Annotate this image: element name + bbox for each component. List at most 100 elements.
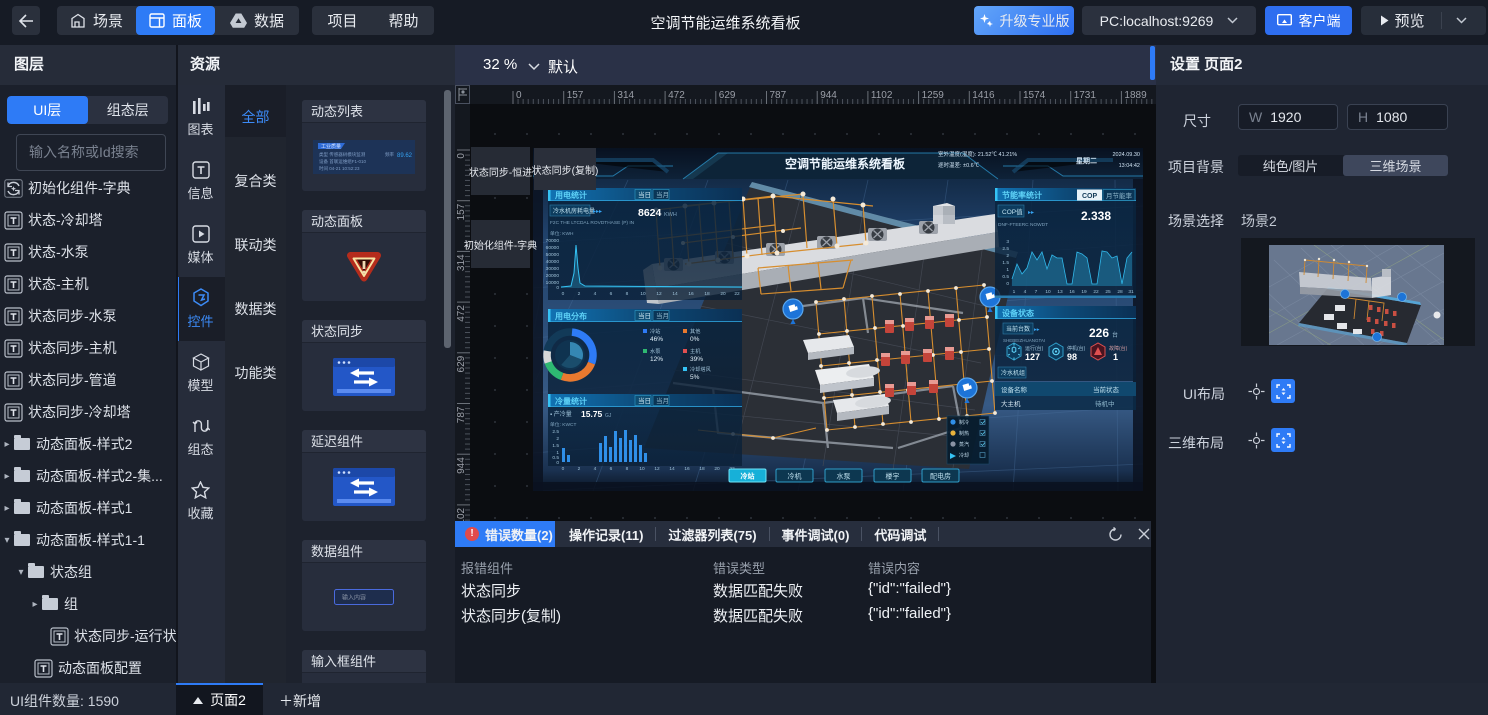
svg-text:月节能率: 月节能率 <box>1106 191 1133 200</box>
svg-text:用电分布: 用电分布 <box>554 311 587 321</box>
svg-text:1.5: 1.5 <box>1002 260 1009 266</box>
svg-text:单位: KWCT: 单位: KWCT <box>550 421 576 428</box>
svg-text:5%: 5% <box>690 374 700 381</box>
svg-text:13:04:42: 13:04:42 <box>1119 163 1140 169</box>
svg-text:当前状态: 当前状态 <box>1093 385 1120 394</box>
svg-text:台: 台 <box>1112 331 1118 339</box>
svg-text:1889: 1889 <box>1124 90 1147 101</box>
svg-text:设备名称: 设备名称 <box>1001 385 1028 394</box>
svg-text:类型 传感器树模块监测: 类型 传感器树模块监测 <box>319 151 366 158</box>
svg-text:226: 226 <box>1089 326 1109 340</box>
svg-text:50000: 50000 <box>546 252 560 258</box>
svg-text:设备 首联运维组F1-010: 设备 首联运维组F1-010 <box>319 158 367 165</box>
svg-text:40000: 40000 <box>546 259 560 265</box>
svg-text:楼宇: 楼宇 <box>886 472 900 481</box>
svg-text:4: 4 <box>594 291 597 297</box>
svg-text:▸▸▸: ▸▸▸ <box>593 209 602 215</box>
svg-text:当月: 当月 <box>656 190 669 199</box>
svg-text:待机中: 待机中 <box>1095 399 1115 408</box>
svg-text:12%: 12% <box>650 356 663 363</box>
svg-text:1102: 1102 <box>871 90 893 101</box>
svg-text:SHEBEIZHUANGTAI: SHEBEIZHUANGTAI <box>1003 338 1045 343</box>
svg-text:8624: 8624 <box>638 207 662 219</box>
svg-text:频率: 频率 <box>385 151 394 158</box>
svg-text:冷却塔风: 冷却塔风 <box>690 365 712 373</box>
svg-text:0: 0 <box>556 460 559 466</box>
svg-text:19: 19 <box>1081 289 1087 295</box>
svg-text:当日: 当日 <box>638 190 651 199</box>
svg-text:0%: 0% <box>690 336 700 343</box>
svg-text:用电统计: 用电统计 <box>554 190 587 200</box>
svg-text:配电房: 配电房 <box>930 472 951 481</box>
svg-text:当月: 当月 <box>656 311 669 320</box>
svg-text:KWH: KWH <box>664 212 677 218</box>
svg-text:10: 10 <box>1045 289 1051 295</box>
svg-text:3: 3 <box>1006 239 1009 245</box>
svg-text:127: 127 <box>1025 352 1040 362</box>
svg-text:16: 16 <box>684 466 690 472</box>
svg-text:20: 20 <box>720 291 726 297</box>
svg-text:DNF-FTEERC NOWDT: DNF-FTEERC NOWDT <box>998 222 1048 228</box>
svg-text:25: 25 <box>1105 289 1111 295</box>
svg-text:2: 2 <box>1006 253 1009 259</box>
svg-text:节能率统计: 节能率统计 <box>1002 190 1042 200</box>
svg-text:0: 0 <box>516 90 522 101</box>
svg-text:水泵: 水泵 <box>837 472 851 481</box>
svg-text:冷却: 冷却 <box>959 452 969 459</box>
svg-text:1574: 1574 <box>1023 90 1046 101</box>
svg-text:室外温度(湿度): 21.52℃ 41.21%: 室外温度(湿度): 21.52℃ 41.21% <box>938 150 1017 158</box>
svg-text:1416: 1416 <box>972 90 995 101</box>
svg-text:60000: 60000 <box>546 245 560 251</box>
svg-text:故障(台): 故障(台) <box>1109 345 1128 352</box>
svg-text:当日: 当日 <box>638 396 651 405</box>
svg-text:COP: COP <box>1082 193 1098 200</box>
svg-text:10: 10 <box>639 466 645 472</box>
svg-text:运行(台): 运行(台) <box>1025 345 1044 352</box>
svg-text:1259: 1259 <box>922 90 945 101</box>
svg-text:22: 22 <box>734 291 740 297</box>
svg-text:0: 0 <box>1006 281 1009 287</box>
svg-text:▸▸: ▸▸ <box>1028 210 1034 216</box>
svg-text:F2C THE LTCDAL ROVDTHASE (P) I: F2C THE LTCDAL ROVDTHASE (P) IN <box>550 220 635 226</box>
svg-text:7: 7 <box>1035 289 1038 295</box>
svg-text:0.5: 0.5 <box>1002 274 1009 280</box>
svg-text:冷水机房耗电量: 冷水机房耗电量 <box>553 207 595 215</box>
svg-text:2: 2 <box>578 291 581 297</box>
svg-text:COP值: COP值 <box>1002 207 1023 216</box>
svg-text:6: 6 <box>610 291 613 297</box>
svg-text:30000: 30000 <box>546 266 560 272</box>
svg-text:2.338: 2.338 <box>1081 209 1111 223</box>
svg-text:工业质量: 工业质量 <box>321 143 341 150</box>
svg-text:▸▸: ▸▸ <box>1034 327 1040 333</box>
svg-text:水泵: 水泵 <box>650 347 660 355</box>
svg-text:14: 14 <box>672 291 678 297</box>
svg-text:2: 2 <box>578 466 581 472</box>
svg-text:10: 10 <box>640 291 646 297</box>
svg-text:46%: 46% <box>650 336 663 343</box>
svg-text:GJ: GJ <box>605 413 612 419</box>
svg-text:15.75: 15.75 <box>581 409 603 419</box>
svg-text:13: 13 <box>1057 289 1063 295</box>
svg-text:时间 04-21 10:52:23: 时间 04-21 10:52:23 <box>319 165 360 172</box>
svg-text:22: 22 <box>1093 289 1099 295</box>
svg-text:0: 0 <box>562 291 565 297</box>
svg-text:12: 12 <box>656 291 662 297</box>
svg-text:0: 0 <box>556 285 559 291</box>
svg-text:18: 18 <box>704 291 710 297</box>
svg-text:8: 8 <box>626 291 629 297</box>
svg-text:18: 18 <box>699 466 705 472</box>
svg-text:冷量统计: 冷量统计 <box>555 396 587 406</box>
svg-text:31: 31 <box>1128 289 1134 295</box>
svg-text:4: 4 <box>594 466 597 472</box>
svg-text:20000: 20000 <box>546 273 560 279</box>
svg-text:1: 1 <box>1006 267 1009 273</box>
svg-text:设备状态: 设备状态 <box>1002 308 1034 318</box>
svg-text:2.5: 2.5 <box>1002 246 1009 252</box>
svg-text:大主机: 大主机 <box>1001 399 1021 408</box>
svg-text:0: 0 <box>562 466 565 472</box>
svg-text:1731: 1731 <box>1074 90 1097 101</box>
svg-text:▪ 产冷量: ▪ 产冷量 <box>550 410 572 418</box>
svg-text:蒸汽: 蒸汽 <box>959 441 969 448</box>
svg-text:冷站: 冷站 <box>741 472 755 481</box>
svg-text:16: 16 <box>1069 289 1075 295</box>
